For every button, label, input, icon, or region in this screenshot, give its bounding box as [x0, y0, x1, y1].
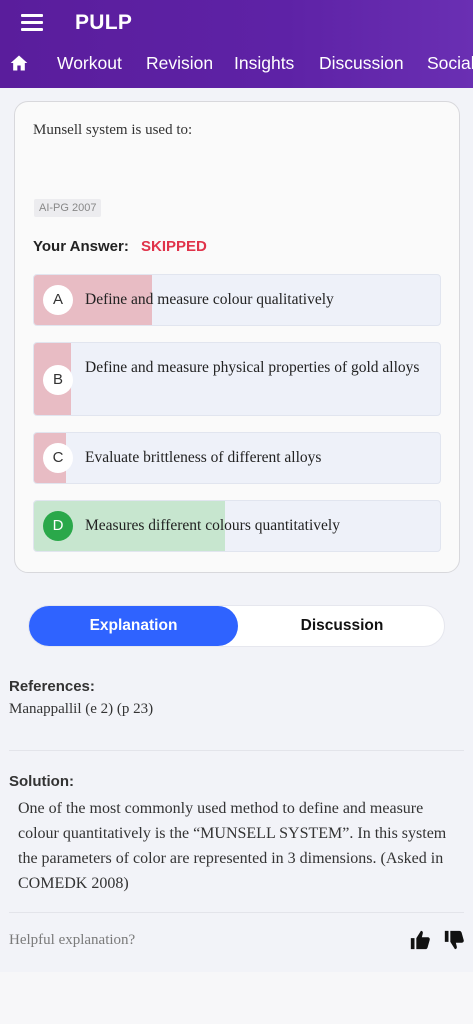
solution-label: Solution: — [9, 773, 74, 790]
bottom-area — [0, 972, 473, 1024]
helpful-prompt: Helpful explanation? — [9, 932, 136, 948]
option-d[interactable]: D Measures different colours quantitativ… — [33, 500, 441, 552]
explanation-discussion-tabs: Explanation Discussion — [28, 605, 445, 647]
exam-tag: AI-PG 2007 — [34, 199, 102, 217]
option-letter: A — [43, 285, 73, 315]
option-text: Evaluate brittleness of different alloys — [85, 449, 322, 466]
nav-item-workout[interactable]: Workout — [57, 53, 122, 74]
answer-status: SKIPPED — [141, 238, 207, 255]
option-text: Define and measure physical properties o… — [85, 359, 420, 376]
option-text: Define and measure colour qualitatively — [85, 291, 334, 308]
hamburger-menu-icon[interactable] — [21, 14, 43, 32]
references-label: References: — [9, 678, 95, 695]
nav-item-insights[interactable]: Insights — [234, 53, 294, 74]
option-letter: C — [43, 443, 73, 473]
nav-item-social[interactable]: Social — [427, 53, 473, 74]
app-title: PULP — [75, 11, 133, 34]
home-icon[interactable] — [9, 53, 29, 73]
option-letter: B — [43, 365, 73, 395]
tab-explanation[interactable]: Explanation — [29, 606, 238, 646]
top-nav: Workout Revision Insights Discussion Soc… — [0, 44, 473, 84]
tab-discussion[interactable]: Discussion — [238, 606, 446, 646]
thumbs-down-icon[interactable] — [443, 929, 465, 951]
nav-item-discussion[interactable]: Discussion — [319, 53, 404, 74]
your-answer-label: Your Answer: — [33, 238, 129, 255]
option-b[interactable]: B Define and measure physical properties… — [33, 342, 441, 416]
solution-text: One of the most commonly used method to … — [18, 800, 447, 892]
thumbs-up-icon[interactable] — [409, 929, 431, 951]
option-a[interactable]: A Define and measure colour qualitativel… — [33, 274, 441, 326]
references-text: Manappallil (e 2) (p 23) — [9, 701, 154, 717]
divider — [9, 912, 464, 913]
divider — [9, 750, 464, 751]
question-card: Munsell system is used to: AI-PG 2007 Yo… — [14, 101, 460, 573]
question-text: Munsell system is used to: — [33, 122, 193, 138]
nav-item-revision[interactable]: Revision — [146, 53, 213, 74]
option-text: Measures different colours quantitativel… — [85, 517, 340, 534]
option-letter: D — [43, 511, 73, 541]
app-header: PULP Workout Revision Insights Discussio… — [0, 0, 473, 88]
option-c[interactable]: C Evaluate brittleness of different allo… — [33, 432, 441, 484]
